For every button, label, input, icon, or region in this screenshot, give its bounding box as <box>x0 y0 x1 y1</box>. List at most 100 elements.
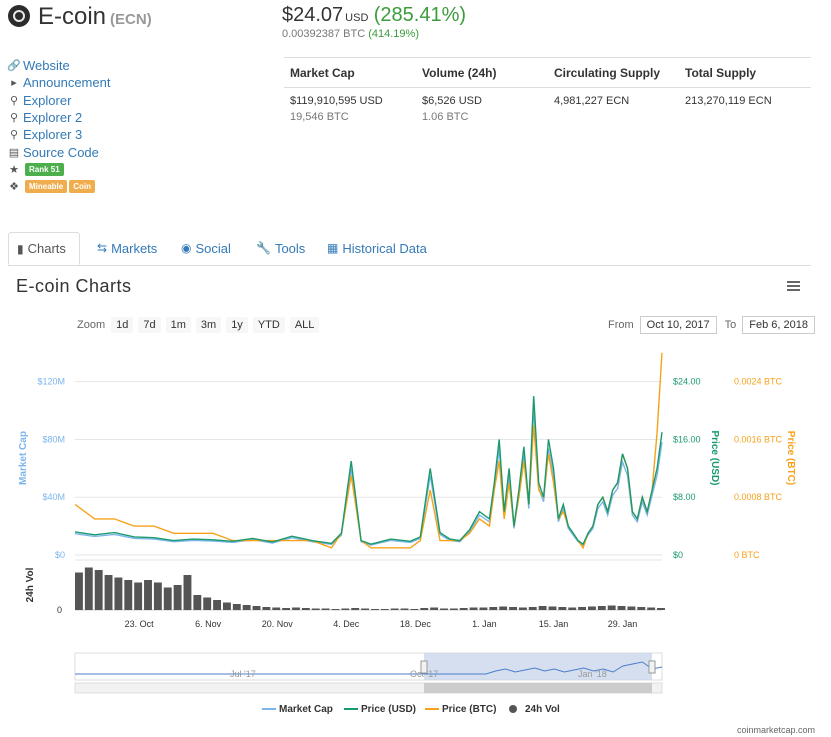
zoom-all-button[interactable]: ALL <box>289 317 320 333</box>
source-code-link[interactable]: ▤ Source Code <box>8 143 110 160</box>
volume-bar <box>134 582 143 610</box>
x-tick-label: 4. Dec <box>333 619 360 629</box>
search-icon: ⚲ <box>9 94 19 107</box>
legend-swatch <box>509 705 517 713</box>
volume-bar <box>430 607 439 610</box>
tags-row: ❖ Mineable Coin <box>8 178 110 195</box>
volume-bar <box>94 570 103 610</box>
volume-bar <box>627 606 636 610</box>
volume-bar <box>380 609 389 610</box>
volume-bar <box>479 607 488 610</box>
explorer-2-link[interactable]: ⚲ Explorer 2 <box>8 109 110 126</box>
volume-bar <box>114 577 123 610</box>
zoom-ytd-button[interactable]: YTD <box>252 317 285 333</box>
tag-badge[interactable]: Mineable <box>25 180 68 194</box>
tab-tools[interactable]: 🔧 Tools <box>256 232 305 264</box>
volume-bar <box>252 606 261 610</box>
legend-item: Price (USD) <box>361 704 416 715</box>
price-usd-axis-label: Price (USD) <box>709 430 720 485</box>
tab-charts[interactable]: ▮ Charts <box>8 232 80 265</box>
price-usd-tick: $8.00 <box>673 492 696 502</box>
zoom-3m-button[interactable]: 3m <box>195 317 222 333</box>
volume-bar <box>163 587 172 610</box>
x-tick-label: 1. Jan <box>472 619 497 629</box>
price-usd-line: $24.07 USD (285.41%) <box>282 4 466 27</box>
tags-icon: ❖ <box>9 181 19 194</box>
star-icon: ★ <box>9 163 19 176</box>
volume-axis-label: 24h Vol <box>25 567 36 602</box>
volume-bar <box>292 607 300 610</box>
volume-bar <box>459 608 468 610</box>
volume-bar <box>282 608 291 610</box>
volume-bar <box>361 608 369 610</box>
tab-bar: ▮ Charts ⇆ Markets ◉ Social 🔧 Tools ▦ Histori… <box>8 232 811 266</box>
calendar-icon: ▦ <box>327 241 339 255</box>
price-btc-tick: 0.0016 BTC <box>734 434 783 444</box>
chart-menu-icon[interactable] <box>787 281 800 293</box>
legend-item: Price (BTC) <box>442 704 496 715</box>
price-usd-tick: $24.00 <box>673 377 701 387</box>
credit: coinmarketcap.com <box>737 725 816 735</box>
volume-bar <box>489 607 498 610</box>
tag-badge[interactable]: Coin <box>69 180 96 194</box>
volume-bar <box>331 609 340 610</box>
zoom-1d-button[interactable]: 1d <box>111 317 134 333</box>
zoom-7d-button[interactable]: 7d <box>138 317 161 333</box>
volume-bar <box>341 608 350 610</box>
to-date-input[interactable]: Feb 6, 2018 <box>742 316 816 334</box>
navigator-handle-right <box>648 660 656 674</box>
coin-logo <box>8 5 30 27</box>
volume-bar <box>370 609 379 610</box>
zoom-1m-button[interactable]: 1m <box>165 317 191 333</box>
volume-bar <box>351 608 360 610</box>
volume-bar <box>272 607 281 610</box>
stats-header: Market Cap Volume (24h) Circulating Supp… <box>284 57 811 88</box>
from-date-input[interactable]: Oct 10, 2017 <box>639 316 717 334</box>
navigator: Jul '17 Oct '17 Jan '18 <box>74 652 663 694</box>
price-chart[interactable]: $0 $40M $80M $120M Market Cap $0 $8.00 $16.00 $2… <box>0 340 831 725</box>
volume-bar <box>84 567 93 610</box>
header-volume: Volume (24h) <box>422 65 497 80</box>
header-circulating-supply: Circulating Supply <box>554 65 661 80</box>
wrench-icon: 🔧 <box>256 241 271 255</box>
tab-label: Charts <box>27 241 66 256</box>
volume-bar <box>222 602 231 610</box>
volume-bar <box>617 606 626 610</box>
volume-bar <box>578 607 587 610</box>
zoom-1y-button[interactable]: 1y <box>226 317 248 333</box>
rank-badge: Rank 51 <box>25 162 64 176</box>
link-label: Website <box>23 58 70 74</box>
x-axis-labels: 23. Oct 6. Nov 20. Nov 4. Dec 18. Dec 1. Jan 1… <box>125 619 638 629</box>
announcement-link[interactable]: ▸ Announcement <box>8 74 110 91</box>
volume-bar <box>400 608 409 610</box>
price-usd-line <box>74 396 663 546</box>
volume-bar <box>183 575 192 610</box>
link-label: Explorer 3 <box>23 127 83 143</box>
market-cap-tick: $0 <box>55 550 65 560</box>
tab-markets[interactable]: ⇆ Markets <box>97 232 157 264</box>
explorer-link[interactable]: ⚲ Explorer <box>8 92 110 109</box>
volume-bar <box>301 608 310 610</box>
price-unit: USD <box>345 12 369 24</box>
search-icon: ⚲ <box>9 112 19 125</box>
zoom-label: Zoom <box>77 319 106 331</box>
rank-row: ★ Rank 51 <box>8 161 110 178</box>
price-btc-line: 0.00392387 BTC (414.19%) <box>282 28 419 40</box>
legend-item: 24h Vol <box>525 704 560 715</box>
volume-bar <box>153 582 162 610</box>
price-btc-change: (414.19%) <box>368 28 419 40</box>
tab-historical-data[interactable]: ▦ Historical Data <box>327 232 427 264</box>
website-link[interactable]: 🔗 Website <box>7 57 110 74</box>
coin-name: E-coin <box>38 3 107 30</box>
price-btc-axis-label: Price (BTC) <box>785 431 796 485</box>
explorer-3-link[interactable]: ⚲ Explorer 3 <box>8 126 110 143</box>
link-icon: 🔗 <box>7 60 21 73</box>
tab-social[interactable]: ◉ Social <box>181 232 231 264</box>
price-btc: 0.00392387 BTC <box>282 28 366 40</box>
volume-bar <box>440 608 448 610</box>
circulating-supply-value: 4,981,227 ECN <box>554 95 630 107</box>
volume-bar <box>321 608 330 610</box>
zoom-bar: Zoom 1d 7d 1m 3m 1y YTD ALL <box>77 317 324 333</box>
volume-bar <box>588 606 596 610</box>
volume-bar <box>311 608 320 610</box>
